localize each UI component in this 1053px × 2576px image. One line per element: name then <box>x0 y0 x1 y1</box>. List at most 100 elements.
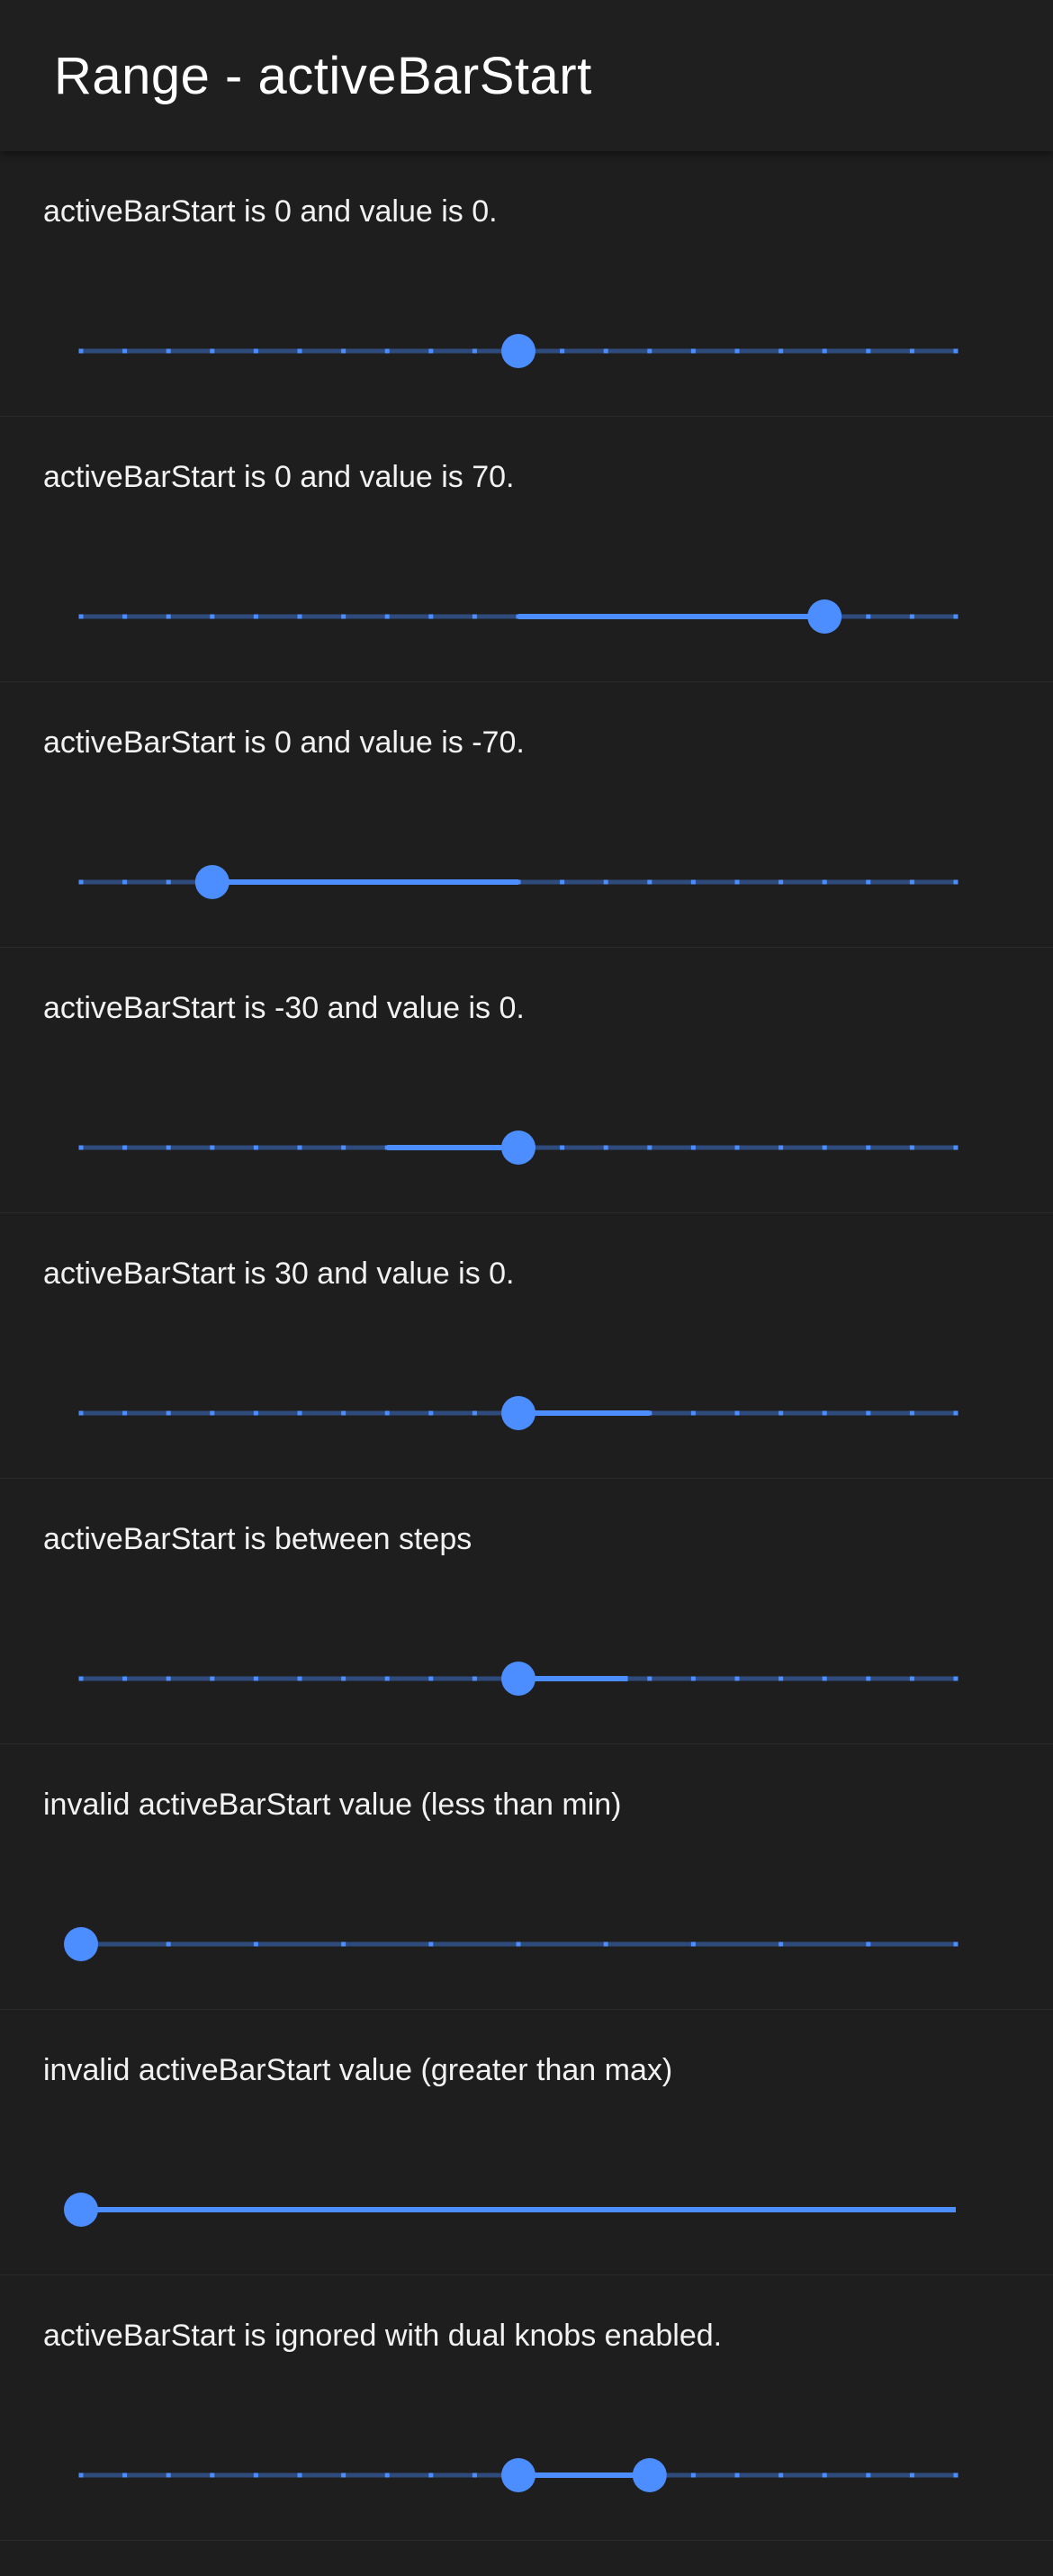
range-tick <box>603 879 608 885</box>
range-item: activeBarStart is ignored with dual knob… <box>0 2275 1053 2541</box>
range-tick <box>603 348 608 354</box>
range-slider[interactable] <box>0 2275 1053 2540</box>
range-tick <box>472 1145 477 1150</box>
range-tick <box>166 1676 171 1681</box>
range-tick <box>734 614 740 619</box>
range-list: activeBarStart is 0 and value is 0. acti… <box>0 151 1053 2541</box>
range-tick <box>428 348 434 354</box>
range-tick <box>253 2472 258 2478</box>
range-tick <box>166 1145 171 1150</box>
range-slider[interactable] <box>0 2010 1053 2274</box>
range-knob <box>64 1927 98 1961</box>
range-tick <box>690 348 696 354</box>
range-tick <box>603 1676 608 1681</box>
range-knob <box>501 1396 536 1430</box>
range-tick <box>78 614 84 619</box>
range-tick <box>778 1941 784 1947</box>
range-tick <box>472 1410 477 1416</box>
range-knob <box>501 1130 536 1165</box>
range-tick <box>297 2472 302 2478</box>
range-tick <box>909 348 914 354</box>
range-slider[interactable] <box>0 682 1053 947</box>
range-tick <box>122 879 128 885</box>
range-slider[interactable] <box>0 417 1053 681</box>
range-tick <box>866 1941 871 1947</box>
range-item: activeBarStart is 0 and value is 0. <box>0 151 1053 417</box>
range-svg <box>78 1130 958 1165</box>
range-tick <box>78 1145 84 1150</box>
range-tick <box>341 879 346 885</box>
range-knob-lower <box>501 2458 536 2492</box>
range-slider[interactable] <box>0 948 1053 1212</box>
range-tick <box>647 1676 652 1681</box>
range-tick <box>122 1676 128 1681</box>
range-tick <box>603 1410 608 1416</box>
range-tick <box>647 1410 652 1416</box>
range-tick <box>560 2472 565 2478</box>
range-tick <box>166 1941 171 1947</box>
range-tick <box>953 1676 958 1681</box>
range-tick <box>428 879 434 885</box>
range-tick <box>384 879 390 885</box>
range-tick <box>210 1676 215 1681</box>
range-tick <box>690 1145 696 1150</box>
toolbar: Range - activeBarStart <box>0 0 1053 151</box>
range-tick <box>341 1941 346 1947</box>
range-item: activeBarStart is 0 and value is 70. <box>0 417 1053 682</box>
range-tick <box>428 2472 434 2478</box>
range-tick <box>253 348 258 354</box>
range-tick <box>297 614 302 619</box>
range-svg <box>78 599 958 634</box>
range-svg <box>78 1396 958 1430</box>
range-svg <box>78 334 958 368</box>
range-tick <box>297 1676 302 1681</box>
page-title: Range - activeBarStart <box>54 46 592 105</box>
range-tick <box>428 1941 434 1947</box>
range-tick <box>953 1410 958 1416</box>
range-tick <box>953 348 958 354</box>
range-tick <box>516 1941 521 1947</box>
range-tick <box>166 614 171 619</box>
range-slider[interactable] <box>0 1744 1053 2009</box>
range-slider[interactable] <box>0 1479 1053 1743</box>
range-tick <box>778 1410 784 1416</box>
range-tick <box>341 1676 346 1681</box>
range-tick <box>472 348 477 354</box>
range-tick <box>560 348 565 354</box>
range-slider[interactable] <box>0 1213 1053 1478</box>
range-knob <box>194 865 230 899</box>
range-item: activeBarStart is 0 and value is -70. <box>0 682 1053 948</box>
range-tick <box>516 614 521 619</box>
range-slider[interactable] <box>0 151 1053 416</box>
range-tick <box>822 348 827 354</box>
range-tick <box>953 1941 958 1947</box>
range-tick <box>297 1145 302 1150</box>
range-knob-upper <box>632 2458 667 2492</box>
range-tick <box>647 1145 652 1150</box>
range-tick <box>297 348 302 354</box>
range-tick <box>122 348 128 354</box>
range-tick <box>384 1676 390 1681</box>
range-tick <box>866 348 871 354</box>
range-tick <box>166 879 171 885</box>
range-tick <box>166 2472 171 2478</box>
range-tick <box>297 1410 302 1416</box>
range-tick <box>122 1410 128 1416</box>
range-tick <box>953 1145 958 1150</box>
range-tick <box>909 879 914 885</box>
range-tick <box>210 348 215 354</box>
range-item: activeBarStart is 30 and value is 0. <box>0 1213 1053 1479</box>
range-tick <box>253 1145 258 1150</box>
range-tick <box>122 1145 128 1150</box>
range-tick <box>778 1145 784 1150</box>
range-tick <box>341 1410 346 1416</box>
range-tick <box>909 1145 914 1150</box>
range-tick <box>647 348 652 354</box>
range-tick <box>603 2472 608 2478</box>
range-tick <box>953 614 958 619</box>
range-tick <box>78 348 84 354</box>
range-tick <box>647 879 652 885</box>
range-tick <box>341 2472 346 2478</box>
range-tick <box>690 879 696 885</box>
range-tick <box>122 2472 128 2478</box>
